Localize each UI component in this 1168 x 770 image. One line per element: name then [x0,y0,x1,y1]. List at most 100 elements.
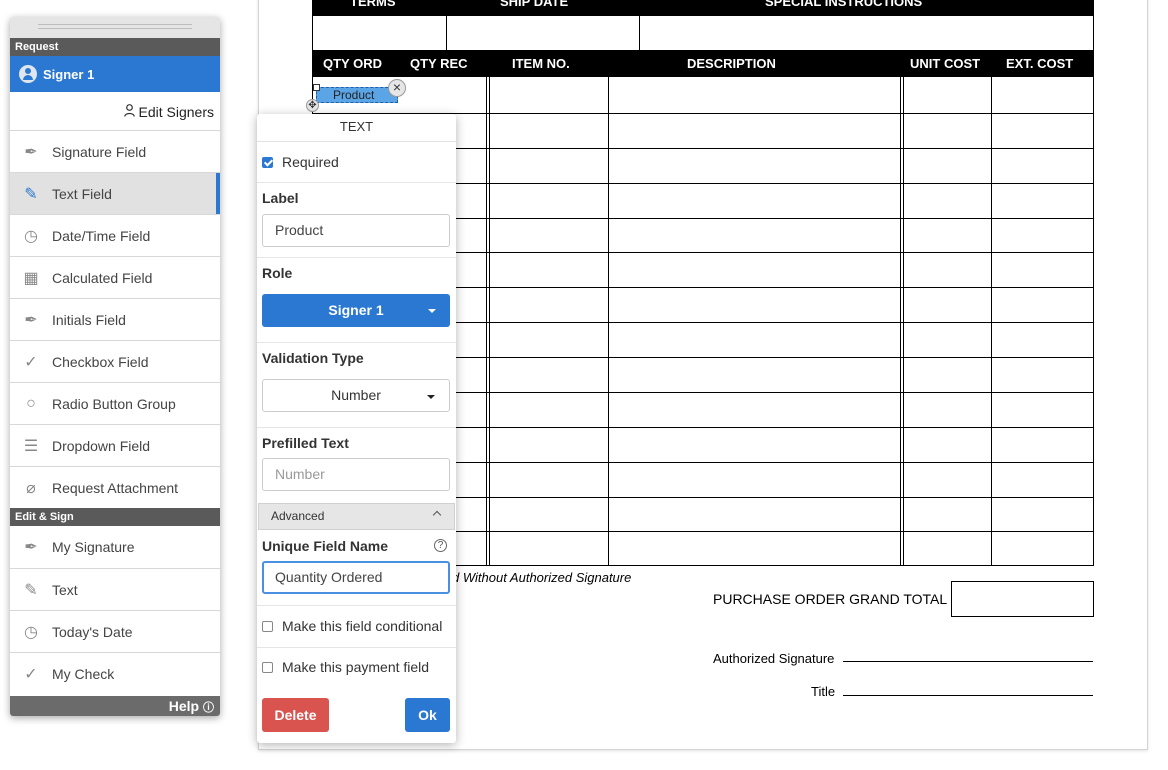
help-icon: ⓘ [203,702,214,714]
conditional-checkbox[interactable] [262,620,273,632]
tool-text[interactable]: ✎ Text [10,568,220,610]
col-qty-ord: QTY ORD [323,56,382,71]
tool-label: Date/Time Field [52,227,151,244]
col-item-no: ITEM NO. [512,56,570,71]
col-qty-rec: QTY REC [410,56,468,71]
validation-type-heading: Validation Type [262,350,364,366]
tool-label: Initials Field [52,311,126,328]
help-label: Help [168,698,200,714]
request-section-header: Request [10,38,220,56]
resize-handle[interactable] [313,84,320,91]
checkmark-icon: ✓ [24,665,38,683]
signature-line [843,661,1093,662]
popup-title: TEXT [257,114,456,142]
tool-label: Radio Button Group [52,395,176,412]
tool-label: My Check [52,665,115,682]
signer-name: Signer 1 [43,66,95,82]
col-ext-cost: EXT. COST [1006,56,1074,71]
tool-label: Today's Date [52,623,133,640]
tool-text-field[interactable]: ✎ Text Field [10,172,220,214]
terms-row [312,16,1094,51]
tool-signature-field[interactable]: ✒ Signature Field [10,130,220,172]
close-icon[interactable]: × [388,79,406,97]
placed-field-label: Product [333,88,375,102]
tool-my-signature[interactable]: ✒ My Signature [10,526,220,568]
pencil-icon: ✎ [24,185,38,203]
grand-total-label: PURCHASE ORDER GRAND TOTAL [713,591,948,607]
tool-calculated-field[interactable]: ▦ Calculated Field [10,256,220,298]
payment-label: Make this payment field [282,659,430,675]
advanced-section-toggle[interactable]: Advanced [258,503,455,530]
avatar-icon [19,65,37,83]
tool-label: My Signature [52,539,135,555]
tool-label: Checkbox Field [52,353,149,370]
tool-label: Dropdown Field [52,437,151,454]
unique-field-name-heading: Unique Field Name [262,538,389,554]
prefilled-text-heading: Prefilled Text [262,435,349,451]
signer-selector[interactable]: Signer 1 [10,56,220,92]
unique-field-name-input[interactable]: Quantity Ordered [262,561,450,594]
placed-text-field[interactable]: Product [313,84,398,103]
editor-stage: TERMS SHIP DATE SPECIAL INSTRUCTIONS QTY… [0,0,1168,770]
edit-signers-label: Edit Signers [138,104,214,120]
edit-sign-section-header: Edit & Sign [10,508,220,526]
move-icon[interactable]: ✥ [306,99,319,112]
tool-date-time-field[interactable]: ◷ Date/Time Field [10,214,220,256]
edit-signers-link[interactable]: Edit Signers [10,92,220,130]
ok-button[interactable]: Ok [405,698,450,732]
drag-grip[interactable] [10,17,220,38]
tool-label: Request Attachment [52,479,179,496]
authorized-signature-label: Authorized Signature [713,651,835,666]
person-icon [123,93,135,133]
validation-type-dropdown[interactable]: Number [262,379,450,412]
tool-my-check[interactable]: ✓ My Check [10,652,220,694]
special-instructions-header: SPECIAL INSTRUCTIONS [765,0,923,9]
tool-checkbox-field[interactable]: ✓ Checkbox Field [10,340,220,382]
tool-todays-date[interactable]: ◷ Today's Date [10,610,220,652]
pen-nib-icon: ✒ [24,311,38,329]
tool-dropdown-field[interactable]: ☰ Dropdown Field [10,424,220,466]
grand-total-box [951,581,1094,617]
role-dropdown[interactable]: Signer 1 [262,294,450,327]
role-value: Signer 1 [328,302,384,318]
required-checkbox-row[interactable]: Required [262,154,339,170]
checkmark-icon: ✓ [24,353,38,371]
prefilled-text-input[interactable]: Number [262,458,450,491]
label-input[interactable]: Product [262,214,450,247]
col-unit-cost: UNIT COST [910,56,981,71]
calculator-icon: ▦ [23,269,39,287]
tool-radio-button-group[interactable]: ○ Radio Button Group [10,382,220,424]
help-button[interactable]: Help ⓘ [10,696,220,716]
tool-label: Text Field [52,185,112,202]
pen-nib-icon: ✒ [24,539,38,556]
validation-type-value: Number [331,387,381,403]
clock-icon: ◷ [24,227,38,245]
tool-initials-field[interactable]: ✒ Initials Field [10,298,220,340]
top-header-bar: TERMS SHIP DATE SPECIAL INSTRUCTIONS [312,0,1094,16]
columns-header: QTY ORD QTY REC ITEM NO. DESCRIPTION UNI… [312,51,1094,77]
col-description: DESCRIPTION [687,56,776,71]
pen-nib-icon: ✒ [24,143,38,161]
conditional-label: Make this field conditional [282,618,443,634]
required-label: Required [282,154,339,170]
conditional-checkbox-row[interactable]: Make this field conditional [262,618,442,634]
caret-down-icon [427,395,435,399]
role-heading: Role [262,265,293,281]
terms-header: TERMS [350,0,396,9]
tools-panel: Request Signer 1 Edit Signers ✒ Signature… [10,17,220,716]
caret-down-icon [428,309,436,313]
field-properties-popup: TEXT Required Label Product Role Signer … [257,114,456,743]
tool-label: Calculated Field [52,269,153,286]
payment-checkbox-row[interactable]: Make this payment field [262,659,429,675]
delete-button[interactable]: Delete [262,698,329,732]
tool-label: Signature Field [52,143,147,160]
paperclip-icon: ⌀ [26,479,36,497]
tool-request-attachment[interactable]: ⌀ Request Attachment [10,466,220,508]
ship-date-header: SHIP DATE [500,0,569,9]
help-question-icon[interactable]: ? [434,539,447,552]
title-label: Title [811,684,836,699]
payment-checkbox[interactable] [262,661,273,673]
required-checkbox[interactable] [262,156,273,168]
clock-icon: ◷ [24,623,38,641]
title-line [843,695,1093,696]
